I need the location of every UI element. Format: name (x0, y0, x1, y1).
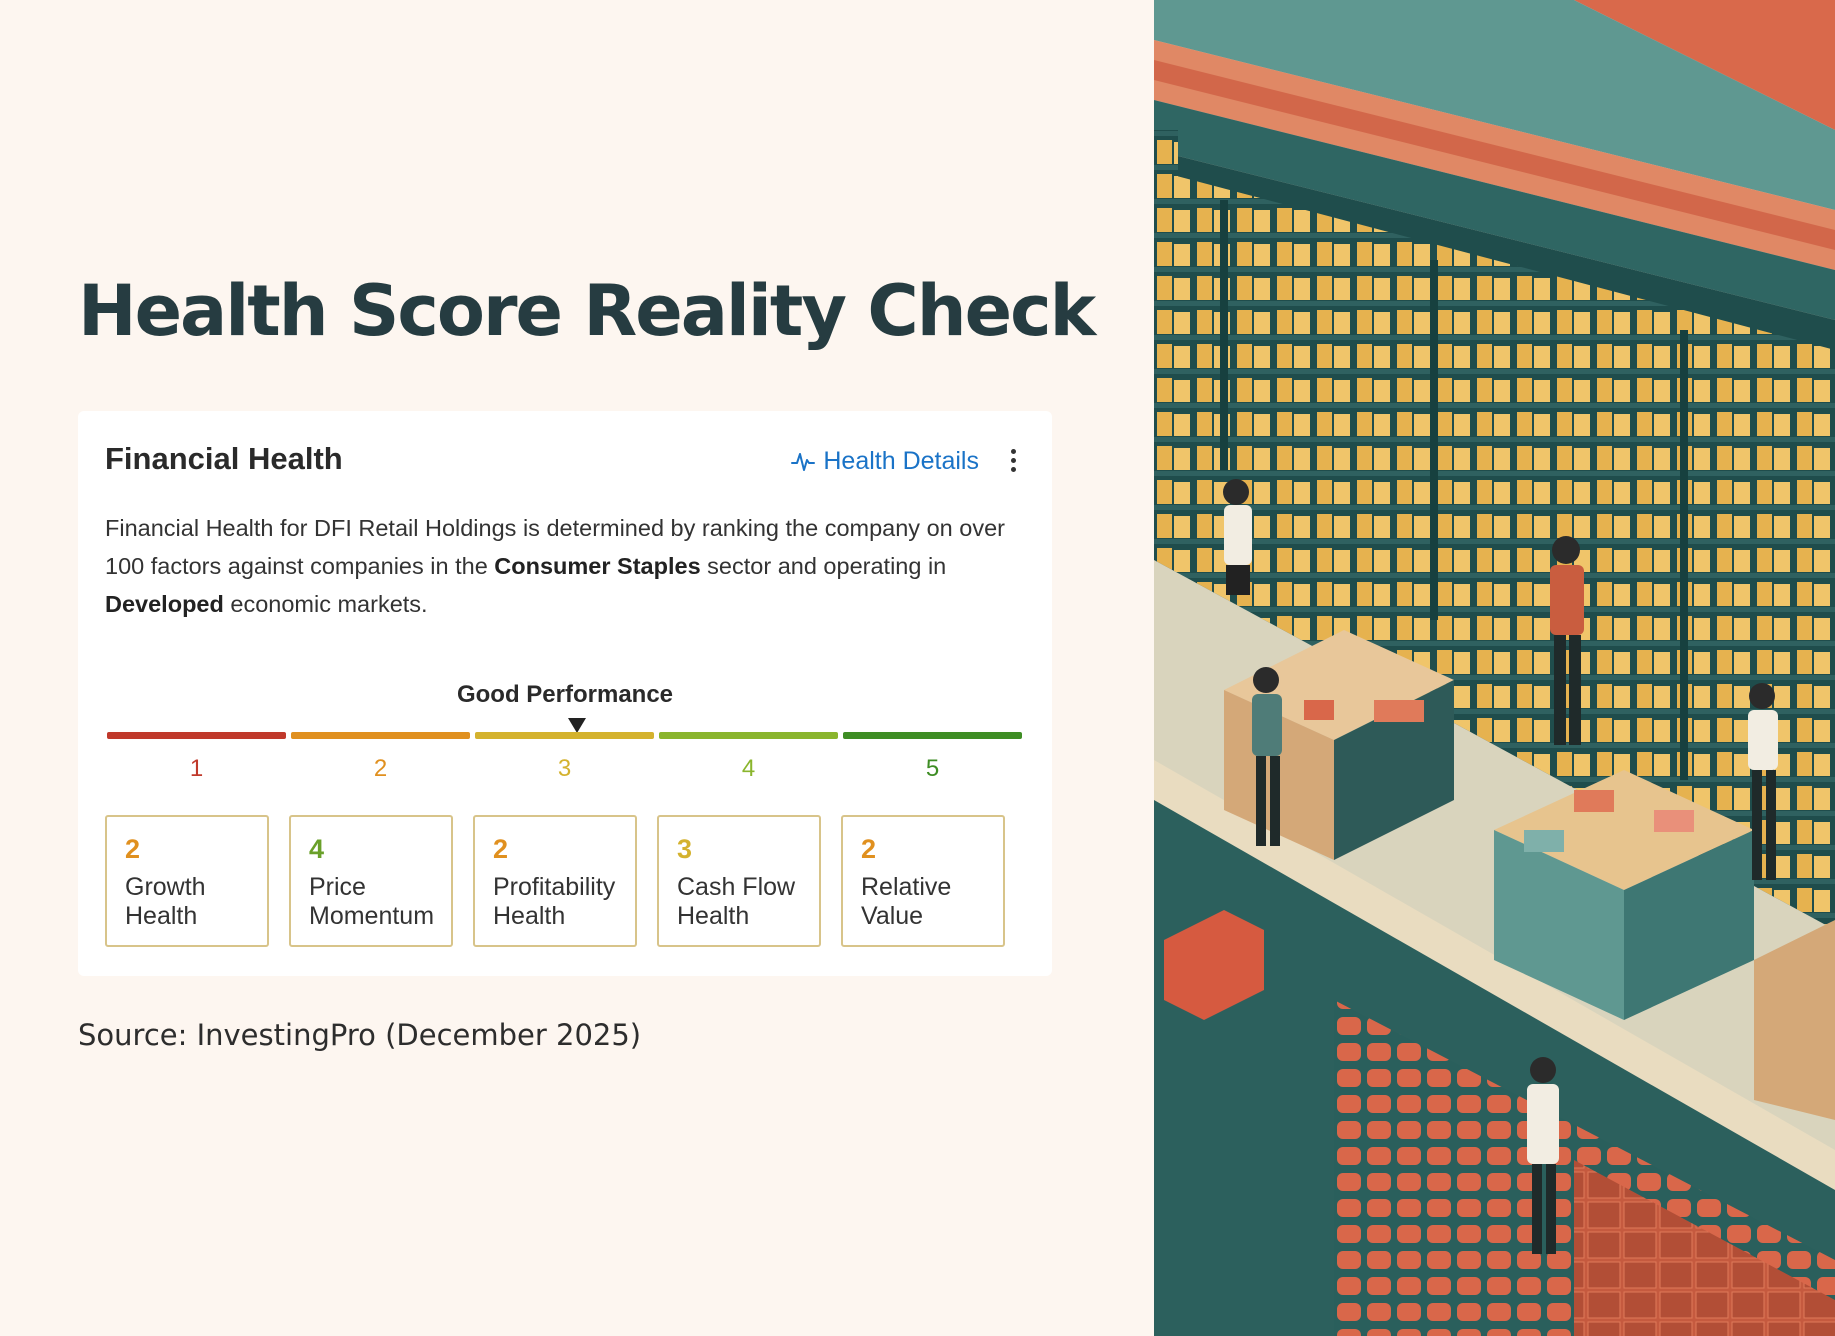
score-label: Profitability Health (493, 873, 616, 930)
score-value: 3 (677, 834, 693, 864)
score-value: 2 (125, 834, 141, 864)
page-title: Health Score Reality Check (78, 270, 1096, 352)
scale-number-1: 1 (189, 755, 204, 782)
scale-segment-4 (659, 732, 838, 739)
description-part2: sector and operating in (700, 553, 947, 579)
scale-number-3: 3 (557, 755, 572, 782)
scale-number-4: 4 (741, 755, 756, 782)
description-part3: economic markets. (223, 591, 428, 617)
health-details-link[interactable]: Health Details (791, 447, 979, 476)
score-label: Cash Flow Health (677, 873, 796, 930)
description-sector: Consumer Staples (494, 553, 701, 579)
supermarket-illustration (1154, 0, 1835, 1336)
scale-segment-2 (291, 732, 470, 739)
scale-segment-5 (843, 732, 1022, 739)
score-box[interactable]: 2 Growth Health (105, 815, 269, 947)
scale-segment-3 (475, 732, 654, 739)
financial-health-card: Financial Health Health Details Financia… (78, 411, 1052, 976)
scale-number-2: 2 (373, 755, 388, 782)
scale-segment-1 (107, 732, 286, 739)
score-box[interactable]: 2 Relative Value (841, 815, 1005, 947)
score-label: Price Momentum (309, 873, 435, 930)
more-options-icon[interactable] (1008, 449, 1018, 475)
score-value: 2 (493, 834, 509, 864)
score-box[interactable]: 4 Price Momentum (289, 815, 453, 947)
score-label: Growth Health (125, 873, 206, 930)
scale-number-5: 5 (925, 755, 940, 782)
content-panel: Health Score Reality Check Financial Hea… (0, 0, 1154, 1336)
score-box[interactable]: 2 Profitability Health (473, 815, 637, 947)
card-description: Financial Health for DFI Retail Holdings… (105, 509, 1035, 623)
performance-label: Good Performance (456, 681, 674, 708)
score-value: 4 (309, 834, 325, 864)
score-value: 2 (861, 834, 877, 864)
score-box[interactable]: 3 Cash Flow Health (657, 815, 821, 947)
score-label: Relative Value (861, 873, 952, 930)
source-note: Source: InvestingPro (December 2025) (78, 1018, 642, 1052)
health-details-label: Health Details (823, 447, 979, 475)
pulse-icon (791, 452, 816, 471)
card-title: Financial Health (105, 441, 343, 476)
score-marker-icon (567, 718, 586, 733)
description-market: Developed (105, 591, 224, 617)
